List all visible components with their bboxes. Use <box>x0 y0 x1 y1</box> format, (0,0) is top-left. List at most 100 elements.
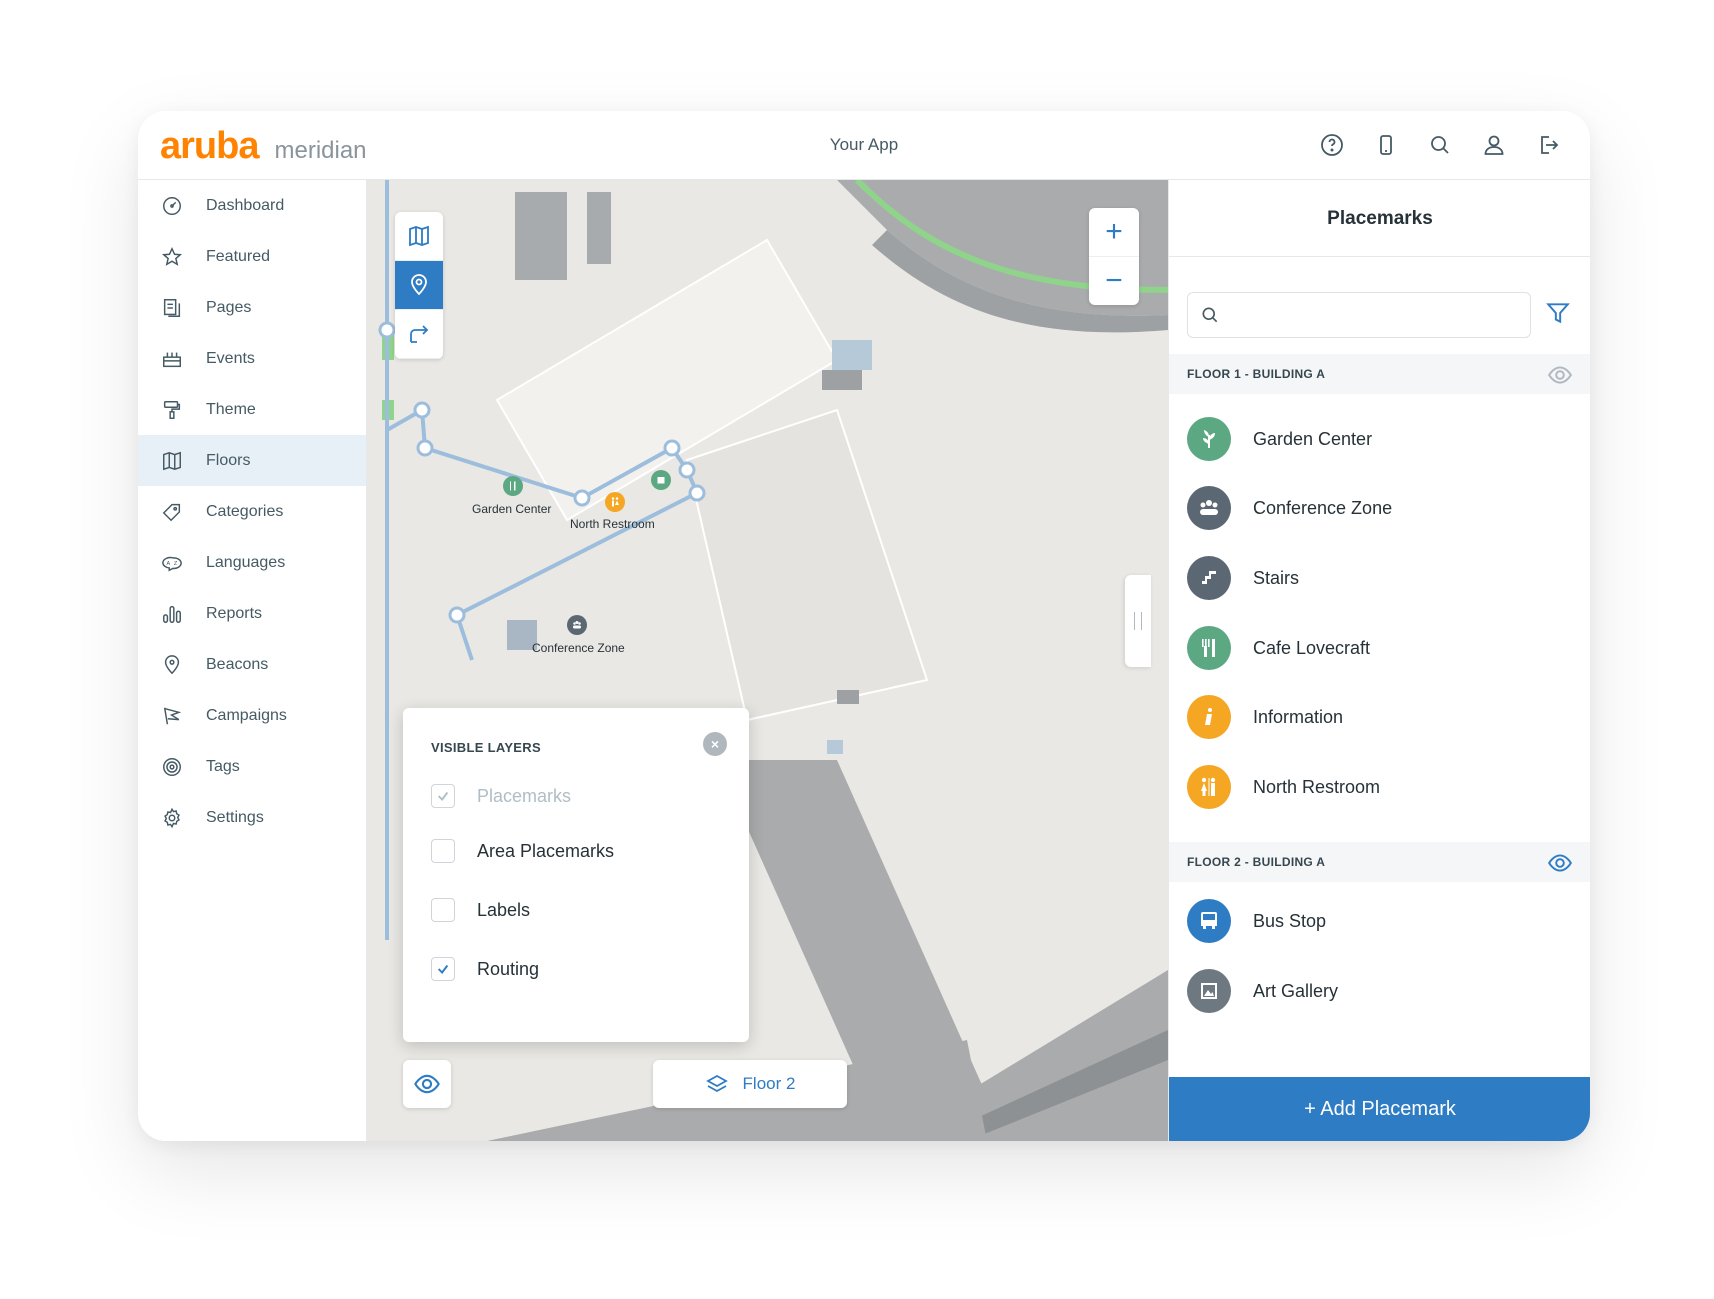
languages-icon: AZ <box>160 551 184 575</box>
map-pin-stairs[interactable] <box>651 470 671 490</box>
logout-icon[interactable] <box>1534 131 1562 159</box>
layer-checkbox-routing[interactable] <box>431 957 455 981</box>
stairs-icon <box>1187 556 1231 600</box>
floor-selector-button[interactable]: Floor 2 <box>653 1060 847 1108</box>
zoom-controls: + − <box>1089 208 1139 305</box>
mobile-icon[interactable] <box>1372 131 1400 159</box>
placemark-item[interactable]: North Restroom <box>1187 764 1380 810</box>
map-pin-north-restroom[interactable] <box>605 492 625 512</box>
sidebar-item-dashboard[interactable]: Dashboard <box>138 180 366 231</box>
route-tool-button[interactable] <box>395 310 443 359</box>
toggle-layers-button[interactable] <box>403 1060 451 1108</box>
eye-icon[interactable] <box>1547 362 1573 388</box>
reports-icon <box>160 602 184 626</box>
placemark-item[interactable]: Conference Zone <box>1187 485 1392 531</box>
sidebar-item-label: Languages <box>206 553 286 571</box>
sidebar-item-featured[interactable]: Featured <box>138 231 366 282</box>
floor-group-header[interactable]: FLOOR 2 - BUILDING A <box>1169 842 1590 882</box>
add-placemark-button[interactable]: + Add Placemark <box>1169 1077 1590 1141</box>
placemark-item[interactable]: Stairs <box>1187 555 1299 601</box>
location-pin-icon <box>411 274 427 296</box>
placemark-item[interactable]: Bus Stop <box>1187 898 1326 944</box>
help-icon[interactable] <box>1318 131 1346 159</box>
sidebar-item-campaigns[interactable]: Campaigns <box>138 690 366 741</box>
map-label-north-restroom: North Restroom <box>570 517 655 531</box>
layer-checkbox-placemarks[interactable] <box>431 784 455 808</box>
close-icon[interactable]: × <box>703 732 727 756</box>
eye-icon <box>414 1074 440 1094</box>
dashboard-icon <box>160 194 184 218</box>
sidebar-item-floors[interactable]: Floors <box>138 435 366 486</box>
sidebar-item-theme[interactable]: Theme <box>138 384 366 435</box>
group-icon <box>1187 486 1231 530</box>
check-icon <box>437 964 449 974</box>
sidebar-item-pages[interactable]: Pages <box>138 282 366 333</box>
sidebar-item-reports[interactable]: Reports <box>138 588 366 639</box>
floor-group-header[interactable]: FLOOR 1 - BUILDING A <box>1169 354 1590 394</box>
bus-icon <box>1187 899 1231 943</box>
panel-drag-handle[interactable] <box>1125 575 1151 667</box>
map-label-garden-center: Garden Center <box>472 502 552 516</box>
events-icon <box>160 347 184 371</box>
placemarks-panel: Placemarks FLOOR 1 - BUILDING A Garden C… <box>1168 180 1590 1141</box>
zoom-out-button[interactable]: − <box>1089 257 1139 305</box>
layer-option-routing[interactable]: Routing <box>431 955 539 983</box>
floor-group-title: FLOOR 2 - BUILDING A <box>1187 855 1326 869</box>
check-icon <box>437 791 449 801</box>
svg-text:Z: Z <box>174 560 178 566</box>
sidebar-item-label: Reports <box>206 604 263 622</box>
layers-title: VISIBLE LAYERS <box>431 740 541 755</box>
app-window: aruba meridian Your App Dashboard Featur… <box>138 111 1590 1141</box>
beacon-icon <box>160 653 184 677</box>
placemark-tool-button[interactable] <box>395 261 443 310</box>
sidebar-item-beacons[interactable]: Beacons <box>138 639 366 690</box>
layer-label: Placemarks <box>477 785 572 806</box>
map-label-conference-zone: Conference Zone <box>532 641 625 655</box>
layer-label: Labels <box>477 899 531 920</box>
grip-icon <box>1134 612 1142 630</box>
sidebar-item-settings[interactable]: Settings <box>138 792 366 843</box>
placemark-item[interactable]: Garden Center <box>1187 416 1372 462</box>
sidebar-item-categories[interactable]: Categories <box>138 486 366 537</box>
placemark-label: Garden Center <box>1253 428 1373 449</box>
map-pin-garden-center[interactable] <box>503 476 523 496</box>
sidebar-item-tags[interactable]: Tags <box>138 741 366 792</box>
gear-icon <box>160 806 184 830</box>
placemark-item[interactable]: Art Gallery <box>1187 968 1338 1014</box>
flag-icon <box>160 704 184 728</box>
layer-option-area-placemarks[interactable]: Area Placemarks <box>431 837 614 865</box>
eye-icon[interactable] <box>1547 850 1573 876</box>
sidebar-item-label: Pages <box>206 298 252 316</box>
layer-option-labels[interactable]: Labels <box>431 896 530 924</box>
sidebar-item-languages[interactable]: AZ Languages <box>138 537 366 588</box>
sidebar-nav: Dashboard Featured Pages Events Theme Fl… <box>138 180 367 1141</box>
picture-icon <box>1187 969 1231 1013</box>
sidebar-item-label: Theme <box>206 400 256 418</box>
visible-layers-panel: VISIBLE LAYERS × Placemarks Area Placema… <box>403 708 749 1042</box>
layer-checkbox-area-placemarks[interactable] <box>431 839 455 863</box>
sidebar-item-label: Floors <box>206 451 251 469</box>
layer-checkbox-labels[interactable] <box>431 898 455 922</box>
floor-map[interactable]: + − Garden Center North Restroom Confere… <box>367 180 1168 1141</box>
placemark-item[interactable]: Information <box>1187 694 1343 740</box>
placemark-label: Bus Stop <box>1253 910 1327 931</box>
pages-icon <box>160 296 184 320</box>
calendar-icon <box>657 477 665 484</box>
divider <box>1169 256 1590 257</box>
svg-text:A: A <box>167 560 171 566</box>
filter-icon[interactable] <box>1545 300 1573 328</box>
placemark-item[interactable]: Cafe Lovecraft <box>1187 625 1370 671</box>
fork-knife-icon <box>1187 626 1231 670</box>
map-pin-conference-zone[interactable] <box>567 615 587 635</box>
layer-option-placemarks[interactable]: Placemarks <box>431 782 571 810</box>
search-icon[interactable] <box>1426 131 1454 159</box>
sidebar-item-label: Featured <box>206 247 271 265</box>
restroom-icon <box>1187 765 1231 809</box>
zoom-in-button[interactable]: + <box>1089 208 1139 257</box>
placemark-label: Information <box>1253 706 1344 727</box>
placemark-search-input[interactable] <box>1187 292 1531 338</box>
user-icon[interactable] <box>1480 131 1508 159</box>
map-view-button[interactable] <box>395 212 443 261</box>
sidebar-item-label: Beacons <box>206 655 269 673</box>
sidebar-item-events[interactable]: Events <box>138 333 366 384</box>
